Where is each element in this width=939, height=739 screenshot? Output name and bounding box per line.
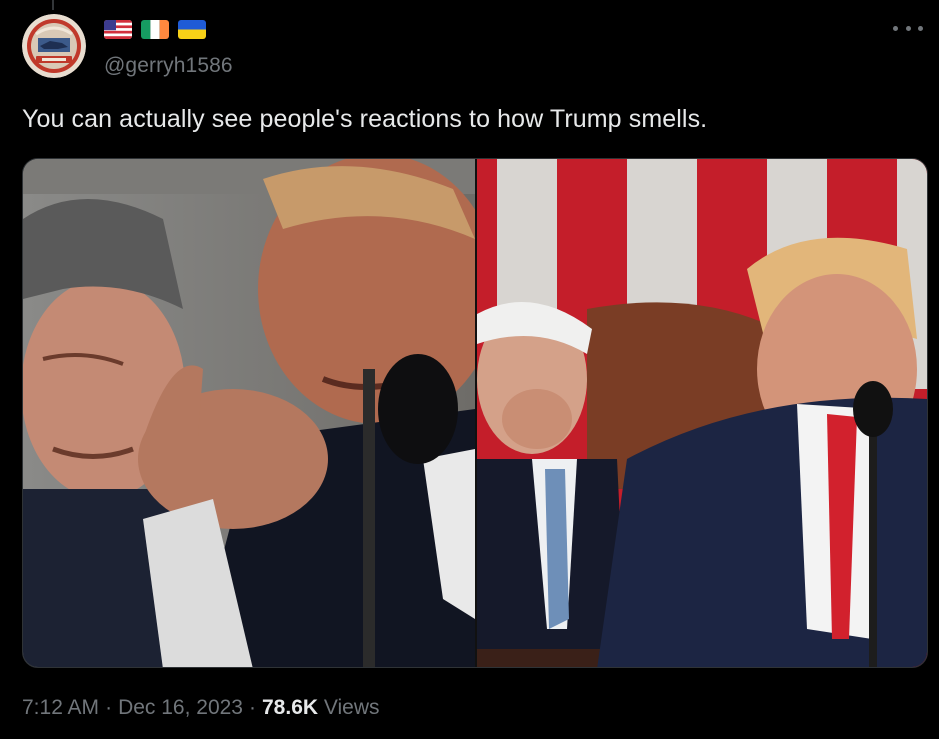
right-photo[interactable] [477,159,927,667]
tweet-meta: 7:12 AM · Dec 16, 2023 · 78.6K Views [22,696,380,720]
author-handle[interactable]: @gerryh1586 [104,54,233,78]
media-grid [22,158,928,668]
left-photo-image [23,159,475,667]
ireland-flag-icon [141,19,169,39]
ukraine-flag-icon [178,19,206,39]
avatar[interactable] [22,14,86,78]
dot [893,25,898,31]
us-flag-icon [104,19,132,39]
thread-line [52,0,54,10]
flag-emojis [104,18,233,40]
author-meta: @gerryh1586 [104,18,233,78]
dot [905,25,911,31]
separator: · [249,696,256,719]
left-photo[interactable] [23,159,475,667]
tweet-text: You can actually see people's reactions … [22,105,708,133]
more-options-icon[interactable] [893,18,923,38]
views-label: Views [323,696,380,719]
dot [918,25,923,31]
views-count[interactable]: 78.6K [262,696,318,719]
right-photo-image [477,159,927,667]
timestamp-time[interactable]: 7:12 AM [22,696,99,719]
stamp-avatar-icon [22,14,86,78]
timestamp-date[interactable]: Dec 16, 2023 [118,696,243,719]
separator: · [105,696,113,719]
tweet: @gerryh1586 You can actually see people'… [0,0,939,739]
